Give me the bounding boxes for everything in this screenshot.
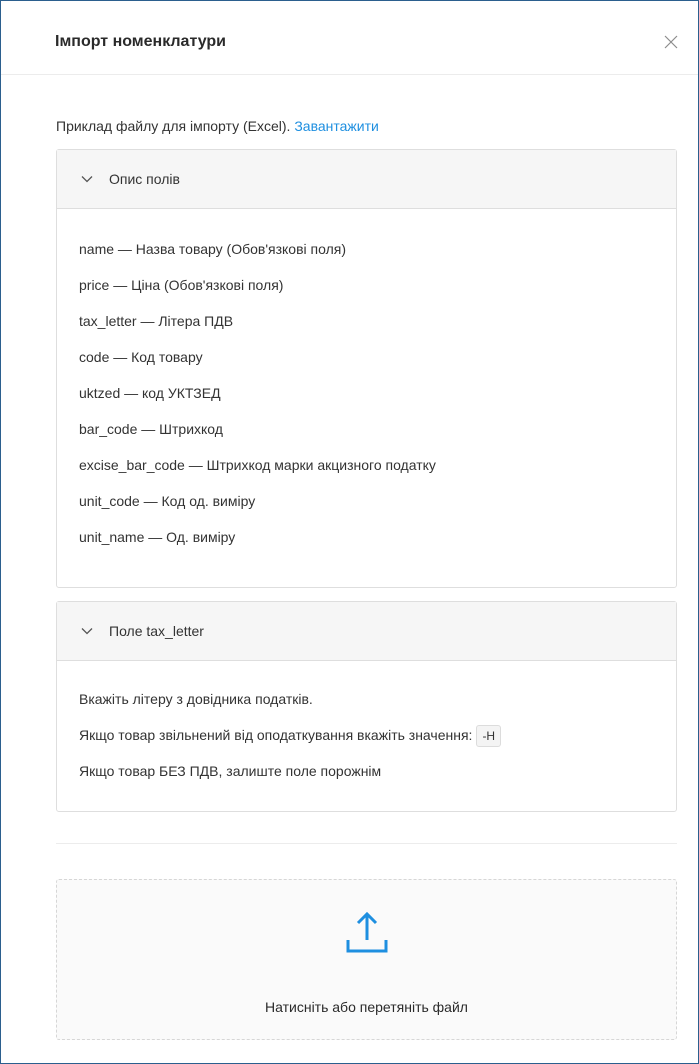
file-dropzone[interactable]: Натисніть або перетяніть файл [56,879,677,1040]
field-item: unit_name — Од. виміру [79,529,236,545]
import-modal: Імпорт номенклатури Приклад файлу для ім… [0,0,699,1064]
field-item: uktzed — код УКТЗЕД [79,385,221,401]
field-item: price — Ціна (Обов'язкові поля) [79,277,284,293]
divider [56,843,677,844]
field-item: tax_letter — Літера ПДВ [79,313,234,329]
tax-exempt-hint: Якщо товар звільнений від оподаткування … [79,717,676,753]
tax-exempt-text: Якщо товар звільнений від оподаткування … [79,727,473,743]
field-item: code — Код товару [79,349,203,365]
chevron-down-icon [81,628,93,635]
field-item: unit_code — Код од. виміру [79,493,256,509]
fields-panel: Опис полів name — Назва товару (Обов'язк… [56,149,677,588]
tax-letter-hint: Вкажіть літеру з довідника податків. [79,691,313,707]
tax-letter-panel-title: Поле tax_letter [109,623,204,639]
close-icon [664,35,678,49]
fields-panel-header[interactable]: Опис полів [57,150,676,209]
sample-file-line: Приклад файлу для імпорту (Excel). Заван… [56,118,379,134]
tax-letter-panel: Поле tax_letter Вкажіть літеру з довідни… [56,601,677,812]
tax-exempt-code: -Н [476,725,502,748]
fields-panel-title: Опис полів [109,171,180,187]
fields-list: name — Назва товару (Обов'язкові поля) p… [57,209,676,555]
field-item: bar_code — Штрихкод [79,421,223,437]
upload-icon [346,911,388,953]
dropzone-text: Натисніть або перетяніть файл [265,999,468,1015]
close-button[interactable] [662,33,680,51]
modal-header: Імпорт номенклатури [1,1,698,75]
no-vat-hint: Якщо товар БЕЗ ПДВ, залиште поле порожні… [79,763,382,779]
chevron-down-icon [81,176,93,183]
field-item: excise_bar_code — Штрихкод марки акцизно… [79,457,436,473]
tax-letter-panel-header[interactable]: Поле tax_letter [57,602,676,661]
download-link[interactable]: Завантажити [294,118,379,134]
tax-letter-body: Вкажіть літеру з довідника податків. Якщ… [57,661,676,789]
field-item: name — Назва товару (Обов'язкові поля) [79,241,346,257]
sample-file-text: Приклад файлу для імпорту (Excel). [56,118,291,134]
modal-title: Імпорт номенклатури [55,33,226,50]
